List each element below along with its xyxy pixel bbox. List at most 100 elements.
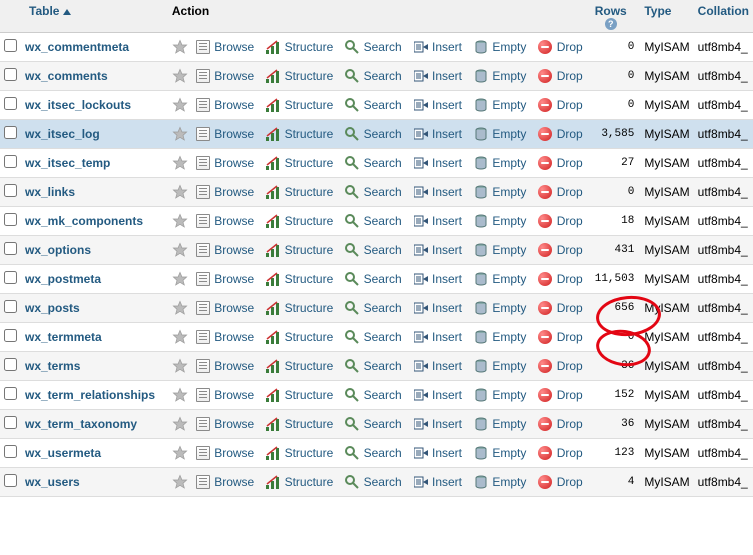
structure-link[interactable]: Structure xyxy=(285,446,334,460)
help-icon[interactable]: ? xyxy=(605,18,617,30)
browse-link[interactable]: Browse xyxy=(214,359,254,373)
structure-link[interactable]: Structure xyxy=(285,417,334,431)
search-link[interactable]: Search xyxy=(364,185,402,199)
insert-link[interactable]: Insert xyxy=(432,359,462,373)
table-name-link[interactable]: wx_terms xyxy=(25,359,80,373)
table-name-link[interactable]: wx_term_relationships xyxy=(25,388,155,402)
col-type[interactable]: Type xyxy=(640,0,693,33)
browse-link[interactable]: Browse xyxy=(214,388,254,402)
browse-link[interactable]: Browse xyxy=(214,69,254,83)
table-name-link[interactable]: wx_postmeta xyxy=(25,272,101,286)
table-name-link[interactable]: wx_comments xyxy=(25,69,108,83)
structure-link[interactable]: Structure xyxy=(285,330,334,344)
drop-link[interactable]: Drop xyxy=(557,243,583,257)
table-name-link[interactable]: wx_itsec_lockouts xyxy=(25,98,131,112)
table-name-link[interactable]: wx_mk_components xyxy=(25,214,143,228)
empty-link[interactable]: Empty xyxy=(492,156,526,170)
row-checkbox[interactable] xyxy=(4,474,17,487)
empty-link[interactable]: Empty xyxy=(492,475,526,489)
star-icon[interactable] xyxy=(172,271,188,287)
search-link[interactable]: Search xyxy=(364,127,402,141)
row-checkbox[interactable] xyxy=(4,416,17,429)
star-icon[interactable] xyxy=(172,416,188,432)
structure-link[interactable]: Structure xyxy=(285,243,334,257)
browse-link[interactable]: Browse xyxy=(214,127,254,141)
search-link[interactable]: Search xyxy=(364,98,402,112)
insert-link[interactable]: Insert xyxy=(432,185,462,199)
row-checkbox[interactable] xyxy=(4,300,17,313)
row-checkbox[interactable] xyxy=(4,68,17,81)
table-name-link[interactable]: wx_links xyxy=(25,185,75,199)
search-link[interactable]: Search xyxy=(364,359,402,373)
browse-link[interactable]: Browse xyxy=(214,272,254,286)
drop-link[interactable]: Drop xyxy=(557,98,583,112)
empty-link[interactable]: Empty xyxy=(492,40,526,54)
table-name-link[interactable]: wx_posts xyxy=(25,301,80,315)
star-icon[interactable] xyxy=(172,329,188,345)
drop-link[interactable]: Drop xyxy=(557,359,583,373)
star-icon[interactable] xyxy=(172,387,188,403)
insert-link[interactable]: Insert xyxy=(432,330,462,344)
search-link[interactable]: Search xyxy=(364,156,402,170)
star-icon[interactable] xyxy=(172,155,188,171)
structure-link[interactable]: Structure xyxy=(285,388,334,402)
row-checkbox[interactable] xyxy=(4,184,17,197)
empty-link[interactable]: Empty xyxy=(492,330,526,344)
drop-link[interactable]: Drop xyxy=(557,69,583,83)
table-name-link[interactable]: wx_options xyxy=(25,243,91,257)
browse-link[interactable]: Browse xyxy=(214,243,254,257)
insert-link[interactable]: Insert xyxy=(432,243,462,257)
row-checkbox[interactable] xyxy=(4,271,17,284)
col-collation[interactable]: Collation xyxy=(694,0,753,33)
row-checkbox[interactable] xyxy=(4,358,17,371)
row-checkbox[interactable] xyxy=(4,387,17,400)
empty-link[interactable]: Empty xyxy=(492,417,526,431)
empty-link[interactable]: Empty xyxy=(492,272,526,286)
insert-link[interactable]: Insert xyxy=(432,446,462,460)
star-icon[interactable] xyxy=(172,474,188,490)
star-icon[interactable] xyxy=(172,300,188,316)
search-link[interactable]: Search xyxy=(364,272,402,286)
insert-link[interactable]: Insert xyxy=(432,98,462,112)
browse-link[interactable]: Browse xyxy=(214,185,254,199)
browse-link[interactable]: Browse xyxy=(214,446,254,460)
star-icon[interactable] xyxy=(172,39,188,55)
search-link[interactable]: Search xyxy=(364,475,402,489)
insert-link[interactable]: Insert xyxy=(432,475,462,489)
empty-link[interactable]: Empty xyxy=(492,243,526,257)
structure-link[interactable]: Structure xyxy=(285,272,334,286)
table-name-link[interactable]: wx_itsec_temp xyxy=(25,156,110,170)
structure-link[interactable]: Structure xyxy=(285,214,334,228)
structure-link[interactable]: Structure xyxy=(285,185,334,199)
empty-link[interactable]: Empty xyxy=(492,69,526,83)
structure-link[interactable]: Structure xyxy=(285,127,334,141)
star-icon[interactable] xyxy=(172,184,188,200)
insert-link[interactable]: Insert xyxy=(432,69,462,83)
browse-link[interactable]: Browse xyxy=(214,156,254,170)
empty-link[interactable]: Empty xyxy=(492,185,526,199)
search-link[interactable]: Search xyxy=(364,214,402,228)
col-table[interactable]: Table xyxy=(21,0,168,33)
table-name-link[interactable]: wx_usermeta xyxy=(25,446,101,460)
browse-link[interactable]: Browse xyxy=(214,417,254,431)
search-link[interactable]: Search xyxy=(364,446,402,460)
search-link[interactable]: Search xyxy=(364,330,402,344)
drop-link[interactable]: Drop xyxy=(557,156,583,170)
row-checkbox[interactable] xyxy=(4,155,17,168)
row-checkbox[interactable] xyxy=(4,329,17,342)
star-icon[interactable] xyxy=(172,358,188,374)
browse-link[interactable]: Browse xyxy=(214,98,254,112)
empty-link[interactable]: Empty xyxy=(492,127,526,141)
insert-link[interactable]: Insert xyxy=(432,417,462,431)
structure-link[interactable]: Structure xyxy=(285,156,334,170)
empty-link[interactable]: Empty xyxy=(492,388,526,402)
search-link[interactable]: Search xyxy=(364,243,402,257)
insert-link[interactable]: Insert xyxy=(432,388,462,402)
table-name-link[interactable]: wx_termmeta xyxy=(25,330,102,344)
structure-link[interactable]: Structure xyxy=(285,475,334,489)
browse-link[interactable]: Browse xyxy=(214,301,254,315)
structure-link[interactable]: Structure xyxy=(285,98,334,112)
sort-by-collation[interactable]: Collation xyxy=(698,4,749,18)
row-checkbox[interactable] xyxy=(4,126,17,139)
drop-link[interactable]: Drop xyxy=(557,214,583,228)
